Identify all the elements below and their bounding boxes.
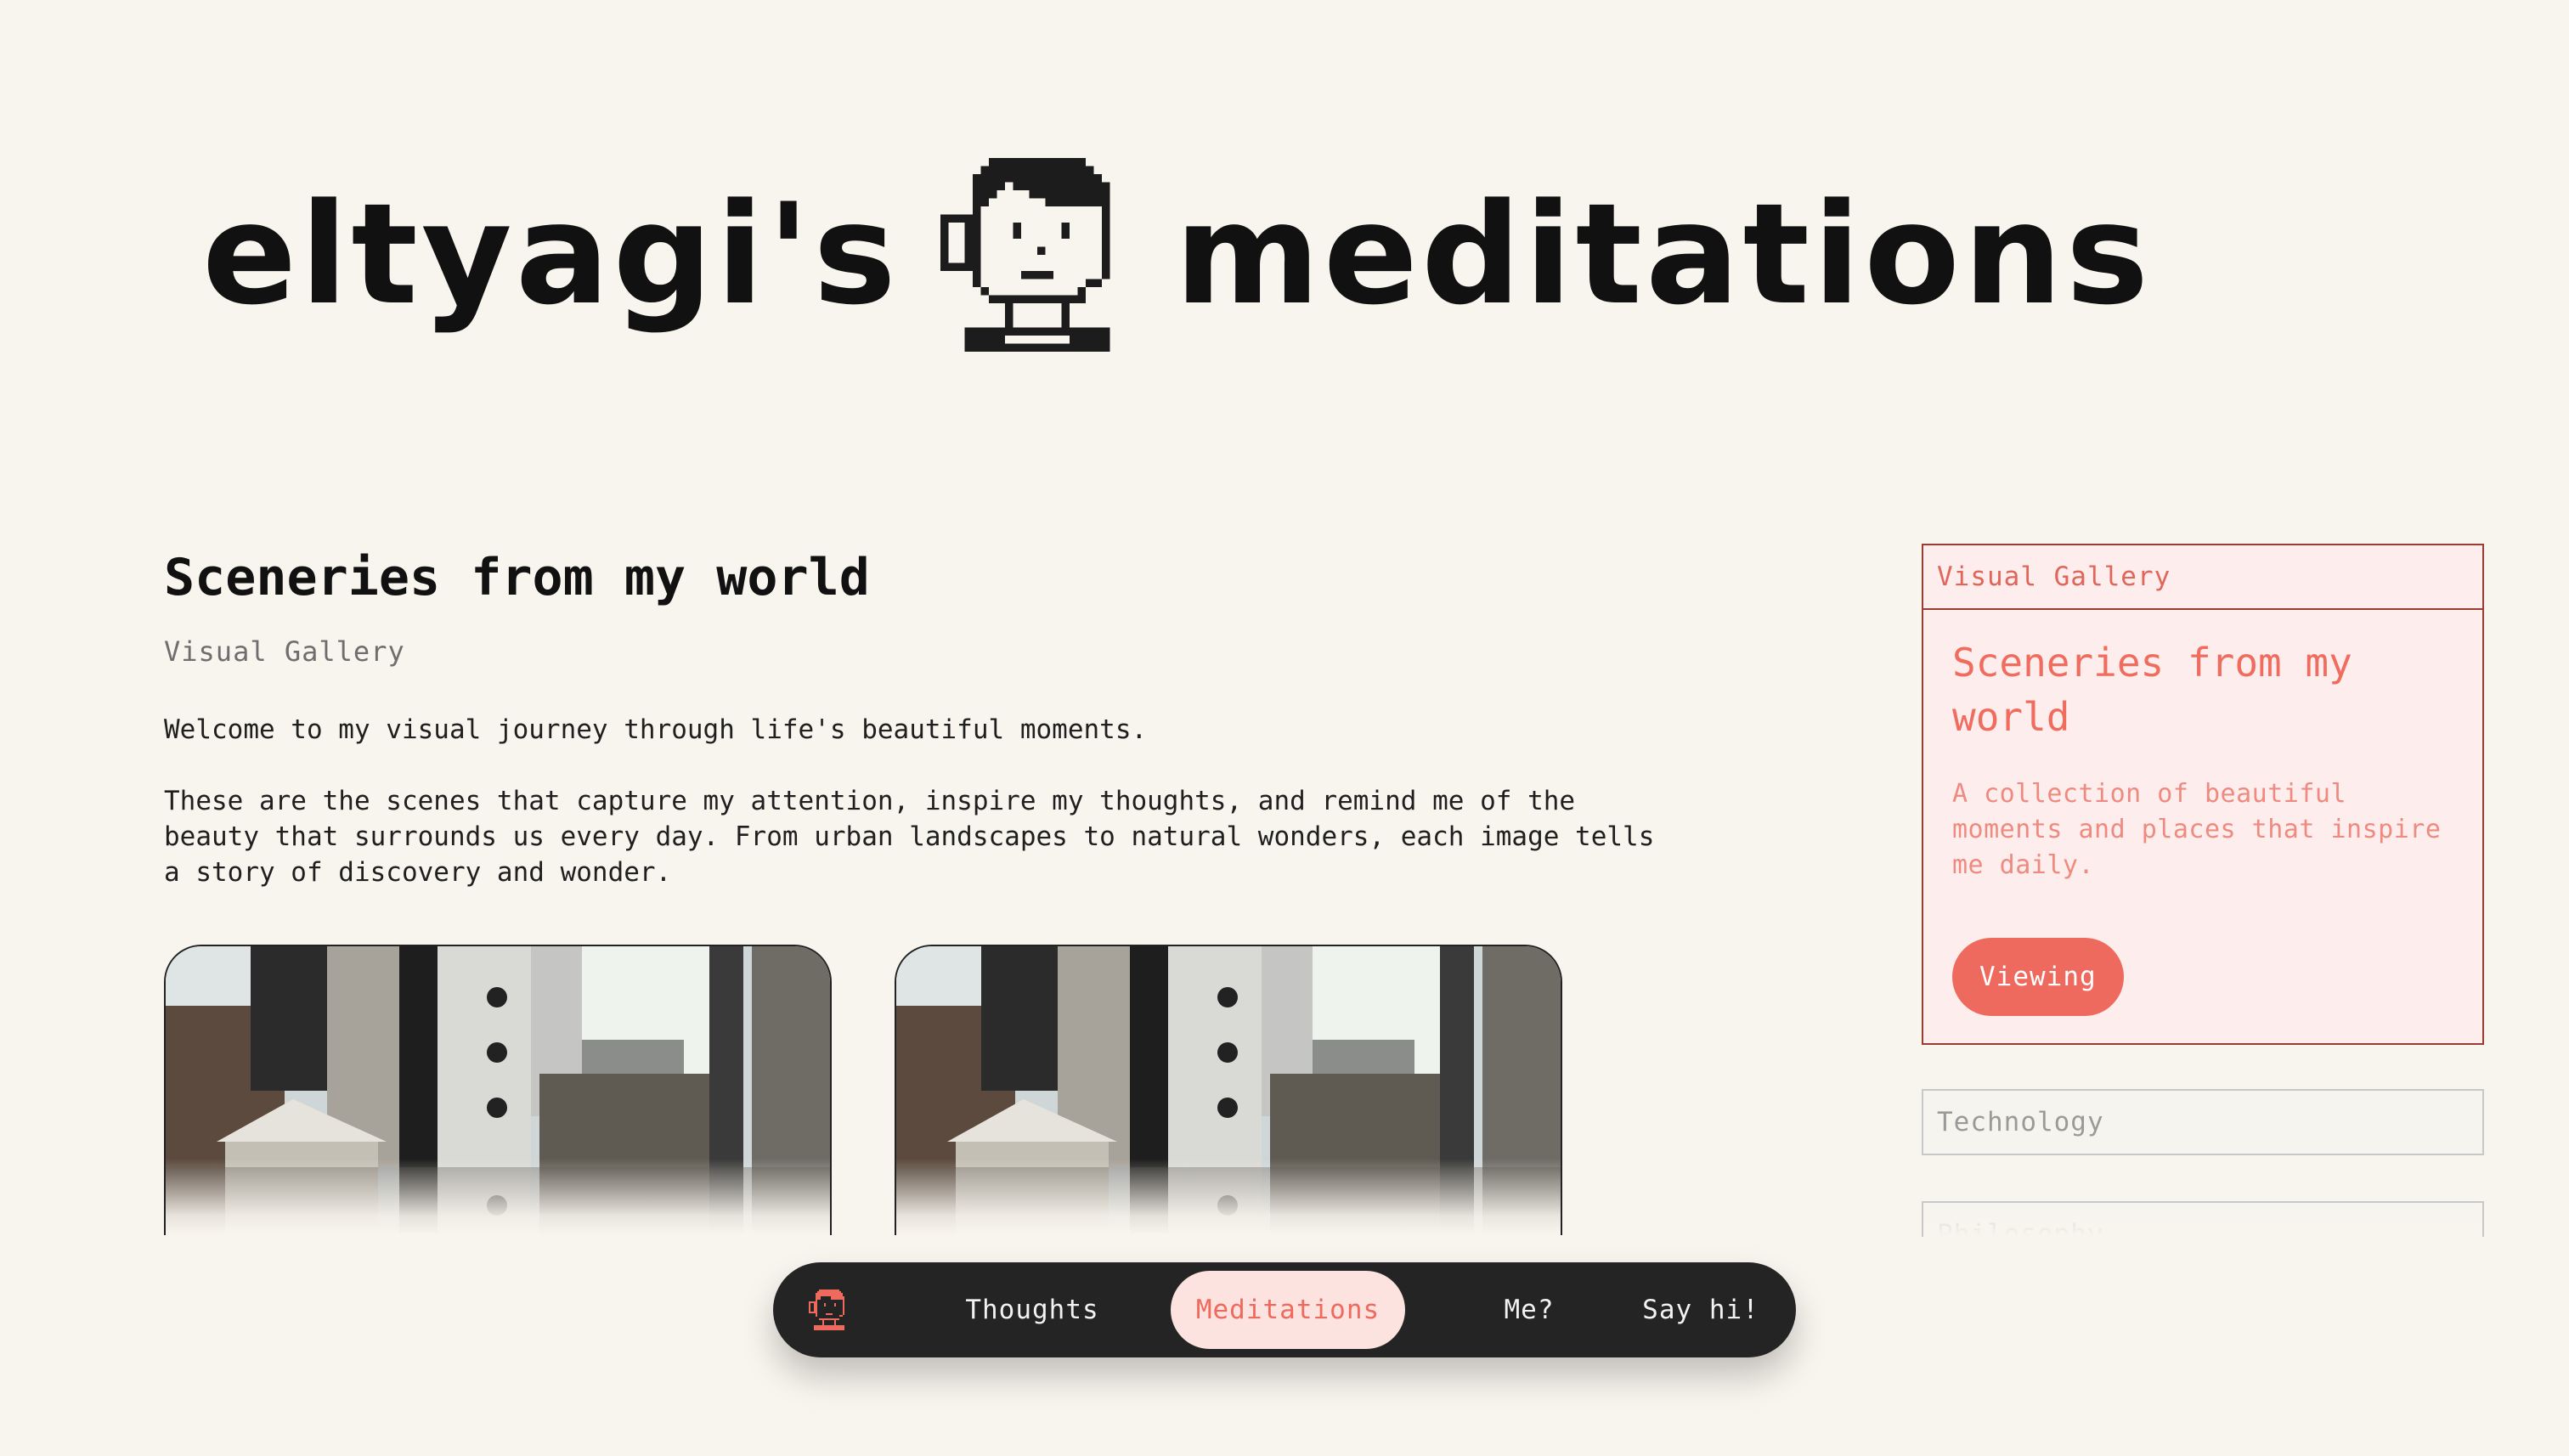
section-card-description: A collection of beautiful moments and pl… [1952,779,2442,880]
section-tab-technology[interactable]: Technology [1922,1089,2484,1155]
bottom-nav: Thoughts Meditations Me? Say hi! [773,1262,1796,1357]
nav-item-thoughts[interactable]: Thoughts [931,1271,1133,1349]
nav-item-me[interactable]: Me? [1463,1271,1595,1349]
pixel-avatar-icon[interactable] [809,1290,850,1330]
section-card-title: Sceneries from my world [1952,640,2352,740]
section-card-body: Sceneries from my world A collection of … [1923,610,2482,1043]
intro-text: Welcome to my visual journey through lif… [164,712,1676,890]
site-title: eltyagi's meditations [202,144,2152,365]
gallery-photo[interactable] [895,945,1562,1235]
intro-paragraph: These are the scenes that capture my att… [164,786,1655,888]
photo-gallery [164,945,1562,1235]
site-title-right: meditations [1174,173,2153,336]
section-sidebar: Visual Gallery Sceneries from my world A… [1922,544,2484,1237]
nav-item-say-hi[interactable]: Say hi! [1626,1271,1776,1349]
nav-item-meditations[interactable]: Meditations [1171,1271,1405,1349]
photo-fade [166,1159,830,1235]
photo-fade [896,1159,1561,1235]
section-card-tab[interactable]: Visual Gallery [1923,545,2482,610]
section-card-visual-gallery[interactable]: Visual Gallery Sceneries from my world A… [1922,544,2484,1045]
viewing-button[interactable]: Viewing [1952,938,2124,1016]
page-subtitle: Visual Gallery [164,635,405,668]
main-content: Sceneries from my world Visual Gallery W… [164,542,1710,1235]
pixel-avatar-icon [940,158,1110,352]
gallery-photo[interactable] [164,945,832,1235]
section-tab-philosophy[interactable]: Philosophy [1922,1201,2484,1237]
page-title: Sceneries from my world [164,548,870,607]
site-title-left: eltyagi's [202,173,900,336]
intro-paragraph: Welcome to my visual journey through lif… [164,714,1148,745]
